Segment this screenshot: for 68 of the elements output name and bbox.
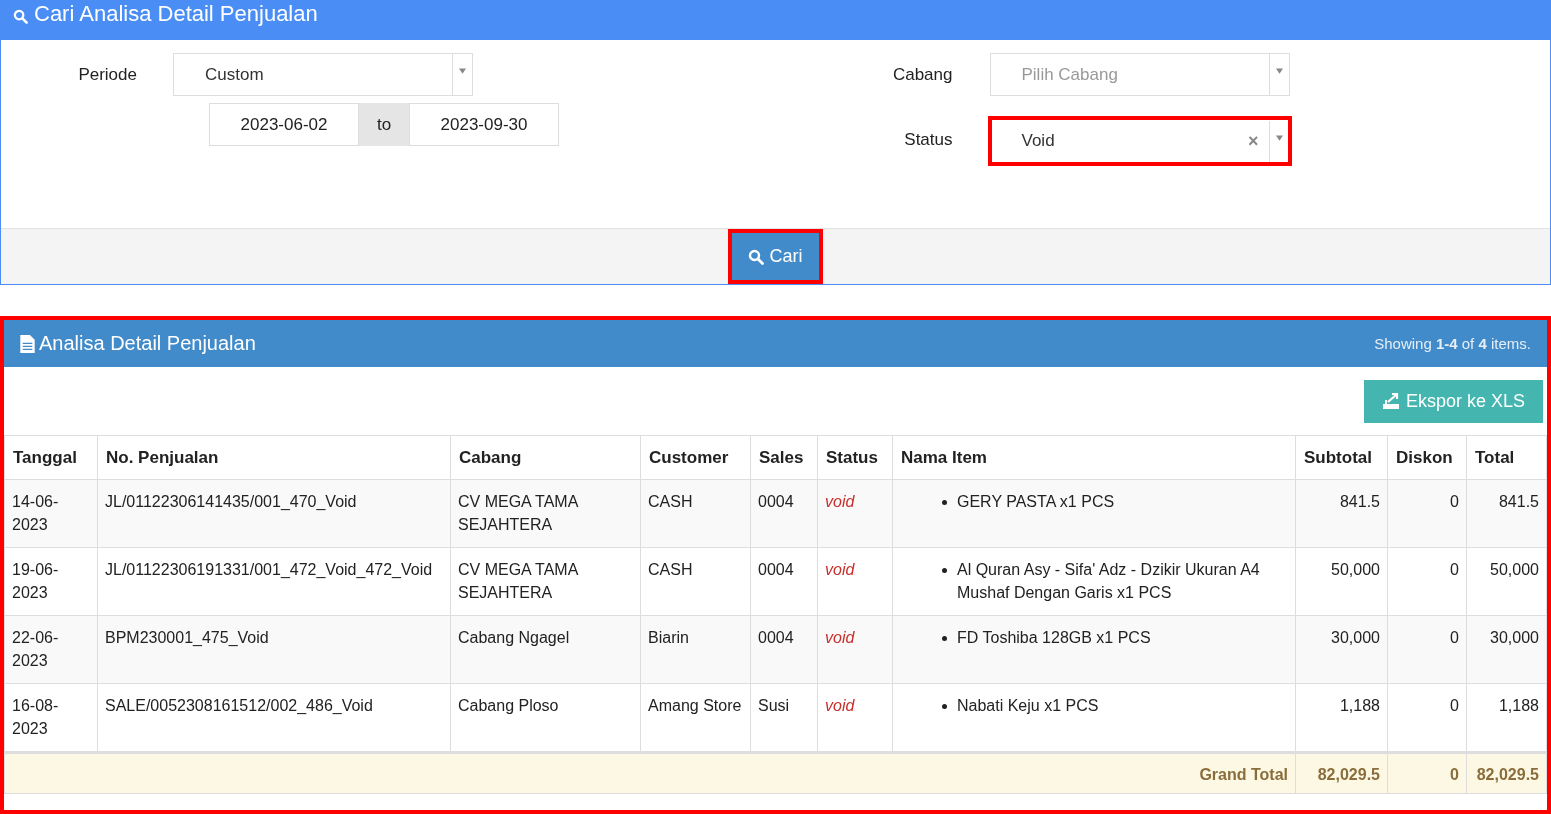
table-cell: 82,029.5 <box>1295 752 1388 794</box>
table-cell: JL/01122306191331/001_472_Void_472_Void <box>97 547 451 616</box>
table-cell: 0004 <box>750 615 818 684</box>
field-label: Cabang <box>891 65 954 85</box>
status-dropdown[interactable]: Void × <box>989 118 1290 164</box>
table-cell: 0004 <box>750 547 818 616</box>
date-to-field[interactable]: 2023-09-30 <box>409 103 559 146</box>
table-cell: JL/01122306141435/001_470_Void <box>97 479 451 548</box>
table-cell: 82,029.5 <box>1466 752 1547 794</box>
field-label: Status <box>903 130 954 150</box>
item-name: Al Quran Asy - Sifa' Adz - Dzikir Ukuran A4 Mushaf Dengan Garis x1 PCS <box>957 560 1261 603</box>
caret-icon <box>1275 68 1283 74</box>
table-cell: 841.5 <box>1295 479 1388 548</box>
grand-total-label: Grand Total <box>4 752 1296 794</box>
table-cell: BPM230001_475_Void <box>97 615 451 684</box>
search-icon <box>13 9 28 24</box>
column-header: Diskon <box>1387 435 1467 480</box>
table-cell: CV MEGA TAMA SEJAHTERA <box>450 479 641 548</box>
table-cell: 0004 <box>750 479 818 548</box>
clear-button[interactable]: × <box>1248 130 1259 152</box>
column-header: Status <box>817 435 893 480</box>
document-icon <box>20 334 35 353</box>
bullet-icon <box>942 500 947 505</box>
table-cell: 19-06-2023 <box>4 547 98 616</box>
date-from-field[interactable]: 2023-06-02 <box>209 103 359 146</box>
table-cell: 22-06-2023 <box>4 615 98 684</box>
column-header: No. Penjualan <box>97 435 451 480</box>
panel-title: Cari Analisa Detail Penjualan <box>34 1 318 27</box>
table-cell: 30,000 <box>1295 615 1388 684</box>
column-header: Subtotal <box>1295 435 1388 480</box>
date-separator: to <box>359 103 409 146</box>
item-name: GERY PASTA x1 PCS <box>957 492 1115 512</box>
item-name: FD Toshiba 128GB x1 PCS <box>957 628 1151 648</box>
table-cell: CASH <box>640 479 751 548</box>
table-cell: void <box>817 547 893 616</box>
table-cell: 50,000 <box>1295 547 1388 616</box>
column-header: Cabang <box>450 435 641 480</box>
panel-title: Analisa Detail Penjualan <box>39 332 257 355</box>
table-cell: 0 <box>1387 547 1467 616</box>
table-cell: 14-06-2023 <box>4 479 98 548</box>
column-header: Total <box>1466 435 1547 480</box>
caret-icon <box>1275 134 1283 141</box>
column-header: Tanggal <box>4 435 98 480</box>
column-header: Customer <box>640 435 751 480</box>
table-cell: void <box>817 479 893 548</box>
bullet-icon <box>942 636 947 641</box>
table-cell: 0 <box>1387 615 1467 684</box>
search-icon <box>748 248 765 265</box>
table-cell: CV MEGA TAMA SEJAHTERA <box>450 547 641 616</box>
caret-icon <box>459 68 466 74</box>
table-cell: 50,000 <box>1466 547 1547 616</box>
items-summary: Showing 1-4 of 4 items. <box>1374 335 1531 352</box>
periode-dropdown[interactable]: Custom <box>173 53 473 96</box>
table-cell: CASH <box>640 547 751 616</box>
bullet-icon <box>942 704 947 709</box>
item-name: Nabati Keju x1 PCS <box>957 696 1099 716</box>
table-cell: Cabang Ngagel <box>450 615 641 684</box>
column-header: Sales <box>750 435 818 480</box>
bullet-icon <box>942 568 947 573</box>
column-header: Nama Item <box>892 435 1296 480</box>
table-cell: 0 <box>1387 479 1467 548</box>
table-cell: 30,000 <box>1466 615 1547 684</box>
export-icon <box>1381 392 1400 410</box>
table-cell: Biarin <box>640 615 751 684</box>
table-cell: 841.5 <box>1466 479 1547 548</box>
field-label: Periode <box>77 65 138 85</box>
table-cell: void <box>817 615 893 684</box>
table-cell: 0 <box>1387 752 1467 794</box>
